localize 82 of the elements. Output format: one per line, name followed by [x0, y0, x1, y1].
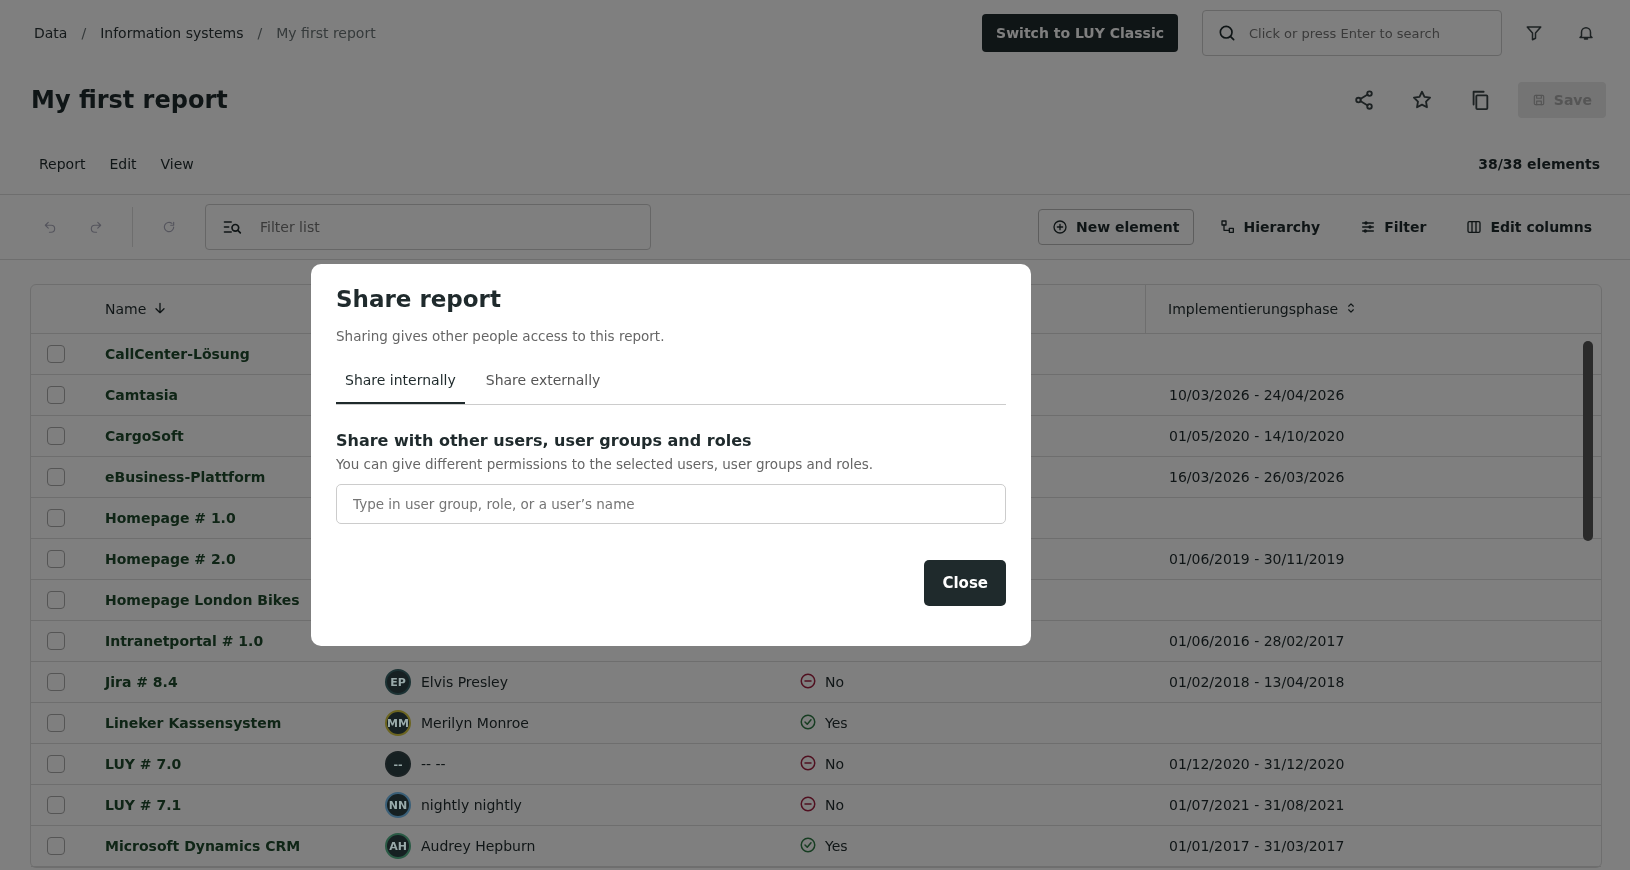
floppy-icon: [1531, 93, 1546, 107]
toolbar-button[interactable]: Filter: [1346, 209, 1441, 245]
phase-text: 01/06/2019 - 30/11/2019: [1168, 551, 1345, 567]
check-circle-icon: [799, 835, 817, 854]
row-checkbox[interactable]: [47, 714, 65, 732]
phase-text: 01/01/2017 - 31/03/2017: [1168, 838, 1345, 854]
switch-classic-button[interactable]: Switch to LUY Classic: [982, 14, 1178, 52]
breadcrumb-item: My first report: [276, 25, 376, 41]
column-header[interactable]: Implementierungsphase: [1145, 285, 1565, 333]
menu-item[interactable]: View: [151, 148, 203, 180]
row-checkbox[interactable]: [47, 427, 65, 445]
breadcrumb-item[interactable]: Information systems: [100, 25, 244, 41]
toolbar-button[interactable]: Edit columns: [1452, 209, 1606, 245]
phase-text: 01/05/2020 - 14/10/2020: [1168, 428, 1345, 444]
dialog-title: Share report: [336, 286, 502, 312]
breadcrumb-item[interactable]: Data: [34, 25, 68, 41]
name-link[interactable]: LUY # 7.0: [105, 756, 355, 772]
phase-text: 01/02/2018 - 13/04/2018: [1168, 674, 1345, 690]
owner-name: -- --: [421, 756, 446, 772]
avatar: --: [385, 751, 411, 777]
minus-circle-icon: [799, 671, 817, 690]
search-icon: [1217, 23, 1237, 43]
phase-text: 01/12/2020 - 31/12/2020: [1168, 756, 1345, 772]
filter-box[interactable]: Filter list: [205, 204, 651, 250]
report-title: My first report: [31, 86, 229, 114]
phase-text: 01/07/2021 - 31/08/2021: [1168, 797, 1345, 813]
row-checkbox[interactable]: [47, 796, 65, 814]
filter-list-field[interactable]: Filter list: [258, 204, 634, 250]
plus-circle-icon: [1051, 219, 1068, 235]
row-checkbox[interactable]: [47, 632, 65, 650]
sliders-icon: [1360, 219, 1377, 235]
name-link[interactable]: Microsoft Dynamics CRM: [105, 838, 355, 854]
name-link[interactable]: Lineker Kassensystem: [105, 715, 355, 731]
toolbar-button[interactable]: Hierarchy: [1205, 209, 1335, 245]
phase-text: 16/03/2026 - 26/03/2026: [1168, 469, 1345, 485]
section-title: Share with other users, user groups and roles: [336, 431, 753, 450]
owner-name: nightly nightly: [421, 797, 522, 813]
search-field[interactable]: Click or press Enter to search: [1247, 10, 1487, 56]
breadcrumb-separator: /: [81, 25, 87, 41]
row-checkbox[interactable]: [47, 673, 65, 691]
row-checkbox[interactable]: [47, 591, 65, 609]
menu-item[interactable]: Edit: [100, 148, 146, 180]
status-text: No: [825, 674, 845, 690]
phase-text: 01/06/2016 - 28/02/2017: [1168, 633, 1345, 649]
toolbar-button[interactable]: New element: [1037, 209, 1194, 245]
dialog-subtitle: Sharing gives other people access to this report.: [336, 328, 666, 344]
avatar: NN: [385, 792, 411, 818]
row-checkbox[interactable]: [47, 386, 65, 404]
status-text: No: [825, 797, 845, 813]
menu-item[interactable]: Report: [30, 148, 95, 180]
avatar: AH: [385, 833, 411, 859]
element-count: 38/38 elements: [1478, 156, 1600, 172]
owner-name: Audrey Hepburn: [421, 838, 536, 854]
scrollbar[interactable]: [1583, 341, 1593, 541]
name-link[interactable]: LUY # 7.1: [105, 797, 355, 813]
owner-name: Elvis Presley: [421, 674, 508, 690]
row-checkbox[interactable]: [47, 837, 65, 855]
section-text: You can give different permissions to the selected users, user groups and roles.: [336, 456, 875, 472]
minus-circle-icon: [799, 794, 817, 813]
close-button[interactable]: Close: [924, 560, 1006, 606]
row-checkbox[interactable]: [47, 755, 65, 773]
name-link[interactable]: Jira # 8.4: [105, 674, 355, 690]
phase-text: 10/03/2026 - 24/04/2026: [1168, 387, 1345, 403]
search-box[interactable]: Click or press Enter to search: [1202, 10, 1502, 56]
row-checkbox[interactable]: [47, 550, 65, 568]
breadcrumb-separator: /: [257, 25, 263, 41]
minus-circle-icon: [799, 753, 817, 772]
avatar: MM: [385, 710, 411, 736]
row-checkbox[interactable]: [47, 468, 65, 486]
hierarchy-icon: [1219, 219, 1236, 235]
user-search-field[interactable]: Type in user group, role, or a user’s name: [336, 484, 1006, 524]
status-text: No: [825, 756, 845, 772]
avatar: EP: [385, 669, 411, 695]
status-text: Yes: [825, 838, 848, 854]
row-checkbox[interactable]: [47, 345, 65, 363]
check-circle-icon: [799, 712, 817, 731]
tab[interactable]: Share internally: [336, 360, 465, 404]
tab[interactable]: Share externally: [476, 360, 610, 404]
columns-icon: [1466, 219, 1483, 235]
row-checkbox[interactable]: [47, 509, 65, 527]
status-text: Yes: [825, 715, 848, 731]
owner-name: Merilyn Monroe: [421, 715, 529, 731]
